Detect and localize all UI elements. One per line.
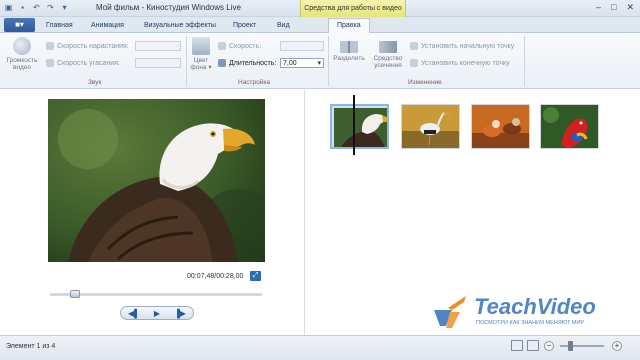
next-frame-icon[interactable]: ▐▶ bbox=[174, 309, 186, 318]
zoom-in-button[interactable]: + bbox=[612, 341, 622, 351]
audio-group-label: Звук bbox=[88, 79, 102, 86]
storyboard-clip-ducks[interactable] bbox=[471, 104, 530, 149]
set-end-point-button[interactable]: Установить конечную точку bbox=[410, 59, 510, 67]
window-controls: – □ ✕ bbox=[596, 2, 634, 13]
ribbon: Громкость видео Скорость нарастания: Ско… bbox=[0, 33, 640, 89]
split-icon bbox=[340, 41, 358, 53]
playback-controls: ◀▌ ▶ ▐▶ bbox=[120, 306, 194, 320]
preview-pane: 00:07,48/00:28,00 ⤢ ◀▌ ▶ ▐▶ bbox=[0, 90, 305, 335]
set-end-label: Установить конечную точку bbox=[421, 59, 510, 67]
fade-out-row: Скорость угасания: bbox=[46, 59, 120, 67]
fade-out-icon bbox=[46, 59, 54, 67]
speed-icon bbox=[218, 42, 226, 50]
edit-group-label: Изменение bbox=[408, 79, 442, 86]
adjust-group-label: Настройка bbox=[238, 79, 270, 86]
paint-bucket-icon bbox=[192, 37, 210, 55]
volume-icon bbox=[13, 37, 31, 55]
tab-visual-effects[interactable]: Визуальные эффекты bbox=[144, 19, 216, 33]
app-icon[interactable]: ▣ bbox=[3, 2, 14, 13]
file-menu-button[interactable]: ■▾ bbox=[4, 18, 35, 32]
minimize-icon[interactable]: – bbox=[596, 2, 601, 13]
set-start-point-button[interactable]: Установить начальную точку bbox=[410, 42, 514, 50]
teachvideo-logo bbox=[434, 296, 466, 328]
maximize-icon[interactable]: □ bbox=[611, 2, 616, 13]
speed-select[interactable] bbox=[280, 41, 324, 51]
group-separator bbox=[328, 36, 329, 86]
fullscreen-icon: ⤢ bbox=[252, 272, 259, 279]
set-start-icon bbox=[410, 42, 418, 50]
duration-select[interactable]: 7,00 bbox=[280, 58, 324, 68]
fade-in-icon bbox=[46, 42, 54, 50]
trim-icon bbox=[379, 41, 397, 53]
video-volume-label-1: Громкость bbox=[6, 57, 38, 64]
zoom-slider[interactable] bbox=[560, 345, 604, 347]
group-separator bbox=[186, 36, 187, 86]
fade-in-select[interactable] bbox=[135, 41, 181, 51]
storyboard-clip-parrot[interactable] bbox=[540, 104, 599, 149]
tab-home[interactable]: Главная bbox=[46, 19, 73, 33]
clip-thumbnail bbox=[332, 106, 387, 147]
duration-label: Длительность: bbox=[229, 59, 277, 67]
set-start-label: Установить начальную точку bbox=[421, 42, 515, 50]
thumbnail-size-icon[interactable] bbox=[527, 340, 539, 351]
quick-access-toolbar: ▣ ▪ ↶ ↷ ▾ bbox=[3, 2, 70, 13]
seek-bar[interactable] bbox=[50, 290, 262, 298]
fade-in-label: Скорость нарастания: bbox=[57, 42, 129, 50]
trim-label-1: Средство bbox=[373, 55, 403, 62]
clip-thumbnail bbox=[402, 105, 459, 148]
fade-in-row: Скорость нарастания: bbox=[46, 42, 129, 50]
zoom-thumb[interactable] bbox=[568, 341, 573, 351]
previous-frame-icon[interactable]: ◀▌ bbox=[128, 309, 140, 318]
duration-icon bbox=[218, 59, 226, 67]
trim-tool-button[interactable]: Средство усечения bbox=[370, 37, 406, 69]
timecode: 00:07,48/00:28,00 bbox=[187, 273, 244, 280]
speed-label: Скорость: bbox=[229, 42, 262, 50]
storyboard-clip-eagle[interactable] bbox=[330, 104, 389, 149]
redo-icon[interactable]: ↷ bbox=[45, 2, 56, 13]
group-separator bbox=[524, 36, 525, 86]
ribbon-tabs: ■▾ Главная Анимация Визуальные эффекты П… bbox=[0, 17, 640, 34]
storyboard-clip-heron[interactable] bbox=[401, 104, 460, 149]
video-volume-label-2: видео bbox=[12, 64, 32, 71]
storyboard-view-icon[interactable] bbox=[511, 340, 523, 351]
undo-icon[interactable]: ↶ bbox=[31, 2, 42, 13]
save-icon[interactable]: ▪ bbox=[17, 2, 28, 13]
zoom-out-button[interactable]: − bbox=[544, 341, 554, 351]
tab-edit[interactable]: Правка bbox=[328, 18, 370, 34]
fade-out-label: Скорость угасания: bbox=[57, 59, 120, 67]
trim-label-2: усечения bbox=[374, 62, 402, 69]
watermark-title: TeachVideo bbox=[474, 294, 596, 319]
contextual-tab-header: Средства для работы с видео bbox=[300, 0, 406, 17]
seek-thumb[interactable] bbox=[70, 290, 81, 298]
eagle-image bbox=[48, 99, 265, 262]
bg-color-label-1: Цвет bbox=[193, 57, 209, 64]
close-icon[interactable]: ✕ bbox=[626, 2, 634, 13]
tab-animation[interactable]: Анимация bbox=[91, 19, 124, 33]
split-button[interactable]: Разделить bbox=[330, 37, 368, 62]
video-volume-button[interactable]: Громкость видео bbox=[6, 37, 38, 71]
bg-color-label-2: фона ▾ bbox=[190, 64, 212, 71]
tab-view[interactable]: Вид bbox=[277, 19, 290, 33]
clip-thumbnail bbox=[541, 105, 598, 148]
duration-row: Длительность: bbox=[218, 59, 276, 67]
play-icon[interactable]: ▶ bbox=[154, 309, 160, 318]
clip-thumbnail bbox=[472, 105, 529, 148]
watermark-subtitle: ПОСМОТРИ КАК ЗНАНИЯ МЕНЯЮТ МИР bbox=[476, 320, 585, 326]
split-label: Разделить bbox=[333, 55, 365, 62]
status-text: Элемент 1 из 4 bbox=[6, 343, 56, 350]
background-color-button[interactable]: Цвет фона ▾ bbox=[188, 37, 214, 71]
video-preview[interactable] bbox=[48, 99, 265, 262]
fade-out-select[interactable] bbox=[135, 58, 181, 68]
fullscreen-button[interactable]: ⤢ bbox=[250, 271, 261, 281]
status-bar: Элемент 1 из 4 − + bbox=[0, 335, 640, 360]
set-end-icon bbox=[410, 59, 418, 67]
qat-dropdown-icon[interactable]: ▾ bbox=[59, 2, 70, 13]
window-title: Мой фильм - Киностудия Windows Live bbox=[96, 3, 241, 12]
storyboard-playhead[interactable] bbox=[353, 95, 355, 155]
speed-row: Скорость: bbox=[218, 42, 261, 50]
tab-project[interactable]: Проект bbox=[233, 19, 256, 33]
